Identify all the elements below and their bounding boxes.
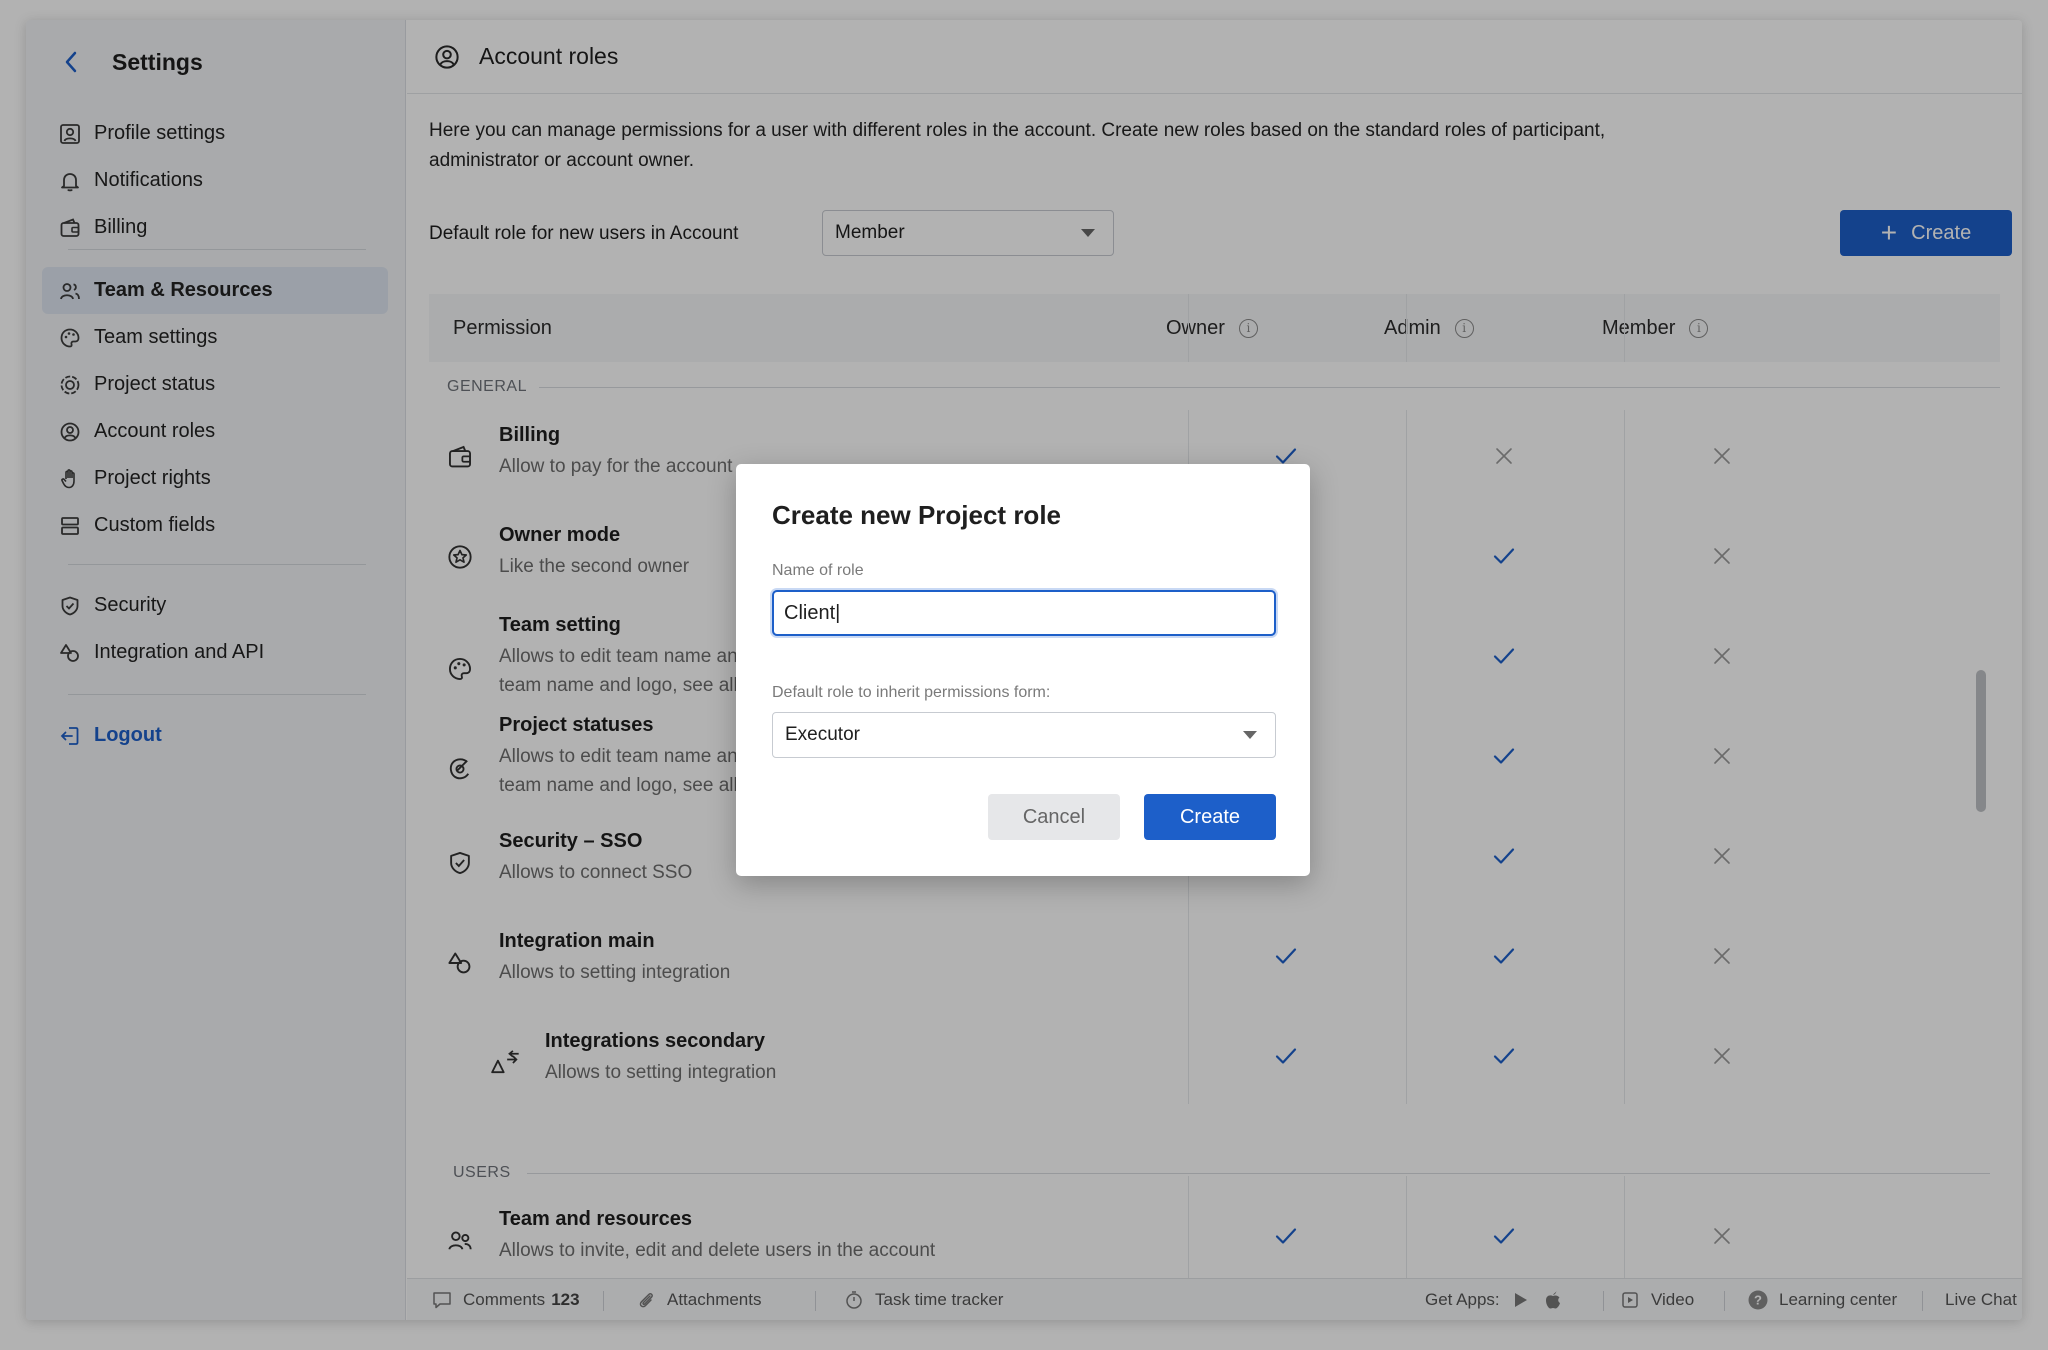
inherit-role-value: Executor: [785, 724, 860, 745]
cancel-button[interactable]: Cancel: [988, 794, 1120, 840]
role-name-input[interactable]: [772, 590, 1276, 636]
create-role-modal: Create new Project role Name of role Def…: [736, 464, 1310, 876]
name-of-role-label: Name of role: [772, 562, 864, 579]
modal-title: Create new Project role: [772, 500, 1061, 530]
inherit-role-label: Default role to inherit permissions form…: [772, 684, 1051, 701]
caret-down-icon: [1243, 731, 1257, 739]
modal-create-button[interactable]: Create: [1144, 794, 1276, 840]
inherit-role-select[interactable]: Executor: [772, 712, 1276, 758]
